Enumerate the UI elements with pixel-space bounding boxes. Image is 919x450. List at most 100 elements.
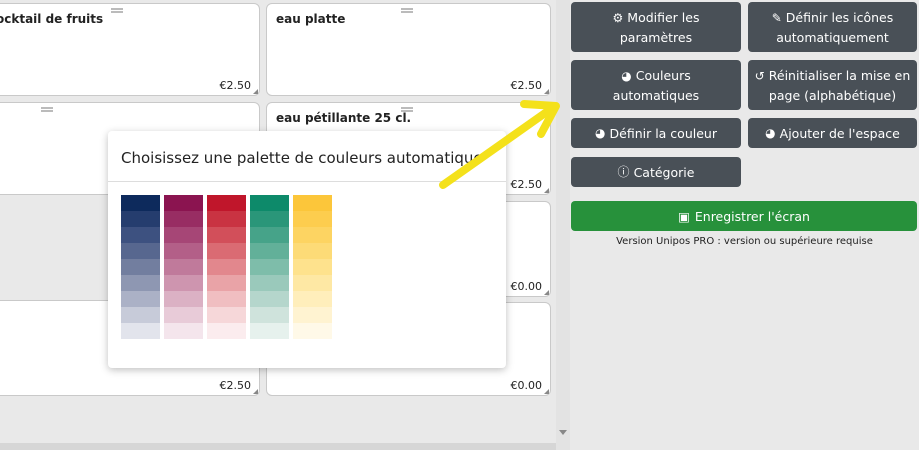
category-text: Catégorie (633, 164, 695, 180)
product-tile[interactable]: ocktail de fruits €2.50 (0, 3, 260, 96)
set-color-text: Définir la couleur (609, 125, 717, 141)
resize-handle-icon[interactable] (544, 188, 549, 193)
color-swatch (250, 227, 289, 243)
floppy-disk-icon: ▣ (678, 208, 690, 224)
color-swatch (207, 291, 246, 307)
color-swatch (121, 211, 160, 227)
actions-panel: ⚙ Modifier les paramètres ✎ Définir les ic… (570, 0, 919, 450)
palette-option-navy[interactable] (121, 195, 160, 339)
color-swatch (293, 259, 332, 275)
color-swatch (293, 323, 332, 339)
resize-handle-icon[interactable] (253, 389, 258, 394)
drag-handle-icon[interactable] (111, 8, 123, 13)
color-swatch (293, 307, 332, 323)
product-price: €0.00 (510, 280, 543, 293)
auto-icons-text: Définir les icônes automatiquement (776, 9, 894, 45)
save-screen-button[interactable]: ▣ Enregistrer l'écran (571, 201, 917, 231)
color-swatch (164, 275, 203, 291)
palette-option-crimson[interactable] (207, 195, 246, 339)
palette-list (121, 195, 332, 339)
color-swatch (164, 211, 203, 227)
color-swatch (164, 243, 203, 259)
product-price: €2.50 (510, 178, 543, 191)
color-swatch (121, 195, 160, 211)
color-swatch (121, 243, 160, 259)
resize-handle-icon[interactable] (544, 389, 549, 394)
resize-handle-icon[interactable] (544, 290, 549, 295)
product-price: €0.00 (510, 379, 543, 392)
version-note: Version Unipos PRO : version ou supérieu… (616, 236, 873, 247)
dialog-divider (108, 181, 506, 182)
product-price: €2.50 (510, 79, 543, 92)
color-swatch (121, 259, 160, 275)
scroll-down-icon[interactable] (559, 430, 567, 435)
vertical-scrollbar[interactable] (556, 0, 570, 450)
color-swatch (207, 259, 246, 275)
reset-layout-text: Réinitialiser la mise en page (alphabéti… (768, 67, 911, 103)
color-swatch (207, 307, 246, 323)
product-name: ocktail de fruits (0, 12, 104, 26)
product-tile[interactable]: eau platte €2.50 (266, 3, 551, 96)
color-swatch (207, 275, 246, 291)
palette-icon: ◕ (765, 125, 776, 140)
color-swatch (121, 227, 160, 243)
color-swatch (121, 275, 160, 291)
color-swatch (293, 211, 332, 227)
color-swatch (121, 291, 160, 307)
modify-settings-text: Modifier les paramètres (619, 9, 700, 45)
color-swatch (250, 275, 289, 291)
color-swatch (250, 291, 289, 307)
palette-option-magenta[interactable] (164, 195, 203, 339)
auto-colors-button[interactable]: ◕ Couleurs automatiques (571, 60, 741, 110)
auto-icons-label: ✎ Définir les icônes automatiquement (754, 8, 911, 47)
product-price: €2.50 (219, 79, 252, 92)
resize-handle-icon[interactable] (544, 89, 549, 94)
product-name: eau platte (276, 12, 346, 26)
color-swatch (207, 323, 246, 339)
color-swatch (293, 195, 332, 211)
product-price: €2.50 (219, 379, 252, 392)
color-swatch (250, 259, 289, 275)
set-color-button[interactable]: ◕ Définir la couleur (571, 118, 741, 148)
color-swatch (293, 275, 332, 291)
color-swatch (207, 243, 246, 259)
resize-handle-icon[interactable] (253, 89, 258, 94)
color-swatch (250, 243, 289, 259)
dialog-title: Choisissez une palette de couleurs autom… (121, 149, 483, 167)
color-swatch (207, 195, 246, 211)
add-space-text: Ajouter de l'espace (779, 125, 900, 141)
color-swatch (207, 211, 246, 227)
color-swatch (164, 195, 203, 211)
auto-icons-button[interactable]: ✎ Définir les icônes automatiquement (748, 2, 917, 52)
color-swatch (250, 307, 289, 323)
palette-dialog: Choisissez une palette de couleurs autom… (108, 131, 506, 368)
modify-settings-button[interactable]: ⚙ Modifier les paramètres (571, 2, 741, 52)
color-swatch (293, 227, 332, 243)
color-swatch (164, 259, 203, 275)
color-swatch (207, 227, 246, 243)
palette-icon: ◕ (621, 68, 632, 83)
palette-option-teal[interactable] (250, 195, 289, 339)
product-name: eau pétillante 25 cl. (276, 111, 412, 125)
add-space-button[interactable]: ◕ Ajouter de l'espace (748, 118, 917, 148)
palette-option-yellow[interactable] (293, 195, 332, 339)
horizontal-scrollbar[interactable] (0, 443, 556, 450)
color-swatch (164, 291, 203, 307)
reset-layout-label: ↺ Réinitialiser la mise en page (alphabét… (754, 66, 911, 105)
color-swatch (293, 243, 332, 259)
color-swatch (250, 323, 289, 339)
reset-layout-button[interactable]: ↺ Réinitialiser la mise en page (alphabét… (748, 60, 917, 110)
info-icon: ⓘ (617, 164, 630, 179)
category-button[interactable]: ⓘ Catégorie (571, 157, 741, 187)
gears-icon: ⚙ (612, 10, 624, 25)
modify-settings-label: ⚙ Modifier les paramètres (577, 8, 735, 47)
color-swatch (121, 307, 160, 323)
color-swatch (293, 291, 332, 307)
palette-icon: ◕ (595, 125, 606, 140)
drag-handle-icon[interactable] (401, 8, 413, 13)
magic-wand-icon: ✎ (771, 10, 782, 25)
color-swatch (250, 195, 289, 211)
drag-handle-icon[interactable] (41, 107, 53, 112)
color-swatch (164, 227, 203, 243)
save-screen-text: Enregistrer l'écran (694, 208, 810, 224)
